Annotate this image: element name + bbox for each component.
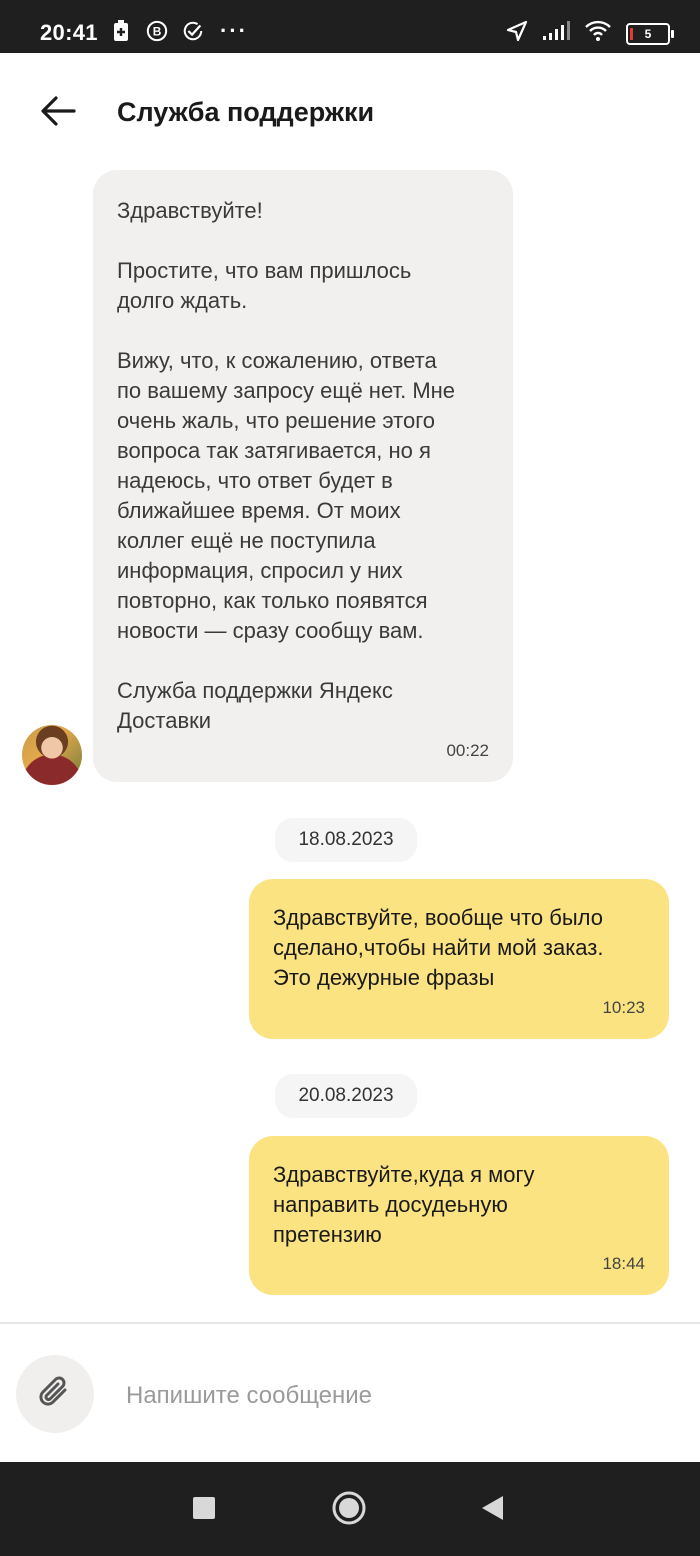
message-paragraph: Служба поддержки Яндекс Доставки bbox=[117, 678, 393, 733]
message-input[interactable] bbox=[124, 1370, 668, 1422]
support-agent-avatar bbox=[22, 725, 82, 785]
user-message: Здравствуйте, вообще что было сделано,чт… bbox=[249, 879, 669, 1039]
recents-button[interactable] bbox=[184, 1490, 224, 1530]
message-paragraph: Вижу, что, к сожалению, ответа по вашему… bbox=[117, 348, 456, 643]
message-paragraph: Здравствуйте! bbox=[117, 198, 263, 223]
back-button[interactable] bbox=[36, 91, 80, 135]
status-system-icons: 5 bbox=[506, 20, 674, 47]
arrow-left-icon bbox=[40, 95, 76, 132]
status-time: 20:41 bbox=[40, 20, 98, 45]
system-nav-bar bbox=[0, 1462, 700, 1556]
system-back-button[interactable] bbox=[472, 1490, 512, 1530]
signal-icon bbox=[542, 21, 570, 46]
date-separator: 18.08.2023 bbox=[275, 818, 417, 862]
page-title: Служба поддержки bbox=[117, 97, 375, 127]
battery-saver-icon bbox=[110, 20, 132, 42]
svg-text:B: B bbox=[153, 25, 162, 39]
composer-divider bbox=[0, 1322, 700, 1324]
message-time: 10:23 bbox=[602, 998, 645, 1017]
wifi-icon bbox=[584, 20, 612, 47]
user-message: Здравствуйте,куда я могу направить досуд… bbox=[249, 1136, 669, 1295]
square-recents-icon bbox=[192, 1496, 216, 1525]
support-message: Здравствуйте! Простите, что вам пришлось… bbox=[93, 170, 513, 782]
message-text: Здравствуйте,куда я могу направить досуд… bbox=[273, 1162, 535, 1247]
check-circle-icon bbox=[182, 20, 204, 42]
message-paragraph: Простите, что вам пришлось долго ждать. bbox=[117, 258, 412, 313]
message-time: 00:22 bbox=[446, 741, 489, 760]
home-button[interactable] bbox=[329, 1490, 369, 1530]
battery-icon: 5 bbox=[626, 22, 674, 45]
chat-header: Служба поддержки bbox=[0, 53, 700, 171]
triangle-back-icon bbox=[479, 1494, 505, 1527]
battery-level-text: 5 bbox=[644, 26, 652, 41]
message-time: 18:44 bbox=[602, 1254, 645, 1273]
message-text: Здравствуйте, вообще что было сделано,чт… bbox=[273, 905, 604, 990]
date-separator: 20.08.2023 bbox=[275, 1074, 417, 1118]
status-bar: 20:41 B ··· 5 bbox=[0, 0, 700, 53]
status-more-dots: ··· bbox=[220, 18, 248, 43]
paperclip-icon bbox=[35, 1372, 75, 1417]
location-arrow-icon bbox=[506, 20, 528, 47]
status-notification-icons: B bbox=[110, 20, 204, 42]
circle-home-icon bbox=[331, 1490, 367, 1531]
b-badge-icon: B bbox=[146, 20, 168, 42]
attach-button[interactable] bbox=[16, 1355, 94, 1433]
